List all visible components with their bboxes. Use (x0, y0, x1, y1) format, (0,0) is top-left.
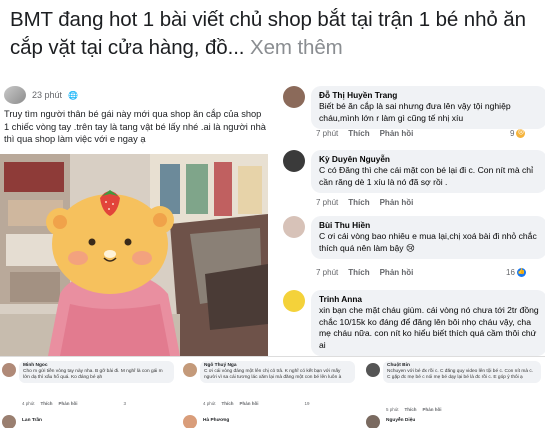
reply-button[interactable]: Phản hồi (240, 401, 259, 406)
like-button[interactable]: Thích (222, 401, 234, 406)
reply-button[interactable]: Phản hồi (423, 407, 442, 412)
comment-actions: 4 phút Thích Phản hồi 3 (22, 401, 126, 406)
avatar[interactable] (283, 150, 305, 172)
like-button[interactable]: Thích (348, 268, 369, 277)
comment-actions: 7 phút Thích Phản hồi (316, 268, 413, 277)
comment-text: C ơi cái vòng đáng một lên chị cỏ trả. K… (204, 369, 342, 381)
reaction-count[interactable]: 9 😢 (510, 129, 526, 138)
reaction-number: 9 (510, 129, 515, 138)
like-button[interactable]: Thích (405, 407, 417, 412)
like-icon: 👍 (516, 268, 526, 277)
avatar[interactable] (183, 415, 197, 428)
reaction-count[interactable]: 16 👍 (506, 268, 526, 277)
comment-bubble: Minh Ngoc Cho m gửi tiền vòng tay này nh… (19, 361, 174, 384)
like-button[interactable]: Thích (348, 198, 369, 207)
comment-time[interactable]: 7 phút (316, 268, 338, 277)
comment-bubble: Trinh Anna xin bạn che mặt cháu giùm. cá… (311, 290, 545, 356)
comment-time[interactable]: 5 phút (386, 407, 399, 412)
avatar[interactable] (2, 415, 16, 428)
comment-text: Nchuyen với bé đx rồi c. C đăng quy vide… (387, 369, 534, 381)
comment-bubble: Đỗ Thị Huyền Trang Biết bé ăn cắp là sai… (311, 86, 545, 129)
comment-time[interactable]: 4 phút (203, 401, 216, 406)
comment-text: Cho m gửi tiền vòng tay này nha. B gỡ bà… (23, 369, 163, 381)
comment-author[interactable]: Bùi Thu Hiền (319, 220, 539, 231)
like-button[interactable]: Thích (348, 129, 369, 138)
avatar[interactable] (366, 415, 380, 428)
comment-author[interactable]: Lan Trần (22, 418, 42, 424)
comment-actions: 5 phút Thích Phản hồi (386, 407, 442, 412)
see-more-link[interactable]: Xem thêm (250, 36, 343, 59)
comment-author[interactable]: Kỳ Duyên Nguyễn (319, 154, 539, 165)
avatar[interactable] (283, 290, 305, 312)
comment-actions: 4 phút Thích Phản hồi 19 (203, 401, 310, 406)
avatar[interactable] (366, 363, 380, 377)
reply-button[interactable]: Phản hồi (380, 268, 414, 277)
post-photo[interactable] (0, 154, 268, 356)
globe-icon: 🌐 (68, 90, 78, 100)
reply-button[interactable]: Phản hồi (59, 401, 78, 406)
like-button[interactable]: Thích (41, 401, 53, 406)
post-time[interactable]: 23 phút (32, 90, 62, 100)
comment-time[interactable]: 7 phút (316, 198, 338, 207)
reaction-number[interactable]: 3 (124, 401, 127, 406)
reply-button[interactable]: Phản hồi (380, 129, 414, 138)
avatar[interactable] (283, 216, 305, 238)
reaction-number: 16 (506, 268, 515, 277)
post-meta: 23 phút 🌐 (4, 86, 78, 104)
haha-icon: 😢 (516, 129, 526, 138)
comment-author[interactable]: Nguyễn Diệu (386, 418, 415, 424)
comment-actions: 7 phút Thích Phản hồi (316, 198, 413, 207)
comment-bubble: Kỳ Duyên Nguyễn C có Đăng thì che cái mặ… (311, 150, 545, 193)
avatar[interactable] (283, 86, 305, 108)
comment-text: Biết bé ăn cắp là sai nhưng đưa lên vậy … (319, 101, 511, 123)
comment-text: xin bạn che mặt cháu giùm. cái vòng nó c… (319, 305, 539, 350)
comment-author[interactable]: Trinh Anna (319, 294, 539, 305)
reaction-number[interactable]: 19 (305, 401, 310, 406)
post-text: Truy tìm người thân bé gái này mới qua s… (4, 109, 266, 144)
comment-actions: 7 phút Thích Phản hồi (316, 129, 413, 138)
avatar[interactable] (183, 363, 197, 377)
comment-bubble: Bùi Thu Hiền C ơi cái vòng bao nhiêu e m… (311, 216, 545, 259)
avatar[interactable] (2, 363, 16, 377)
headline: BMT đang hot 1 bài viết chủ shop bắt tại… (10, 6, 540, 62)
comment-time[interactable]: 7 phút (316, 129, 338, 138)
reply-button[interactable]: Phản hồi (380, 198, 414, 207)
comment-time[interactable]: 4 phút (22, 401, 35, 406)
comment-author[interactable]: Hà Phương (203, 418, 229, 424)
comment-bubble: Ngô Thuý Nga C ơi cái vòng đáng một lên … (200, 361, 355, 384)
comment-text: C có Đăng thì che cái mặt con bé lại đi … (319, 165, 533, 187)
comment-bubble: Chuột Bin Nchuyen với bé đx rồi c. C đăn… (383, 361, 541, 384)
comment-author[interactable]: Đỗ Thị Huyền Trang (319, 90, 539, 101)
comment-text: C ơi cái vòng bao nhiêu e mua lại,chị xo… (319, 231, 537, 253)
bottom-comments-strip: Minh Ngoc Cho m gửi tiền vòng tay này nh… (0, 356, 545, 428)
avatar[interactable] (4, 86, 26, 104)
